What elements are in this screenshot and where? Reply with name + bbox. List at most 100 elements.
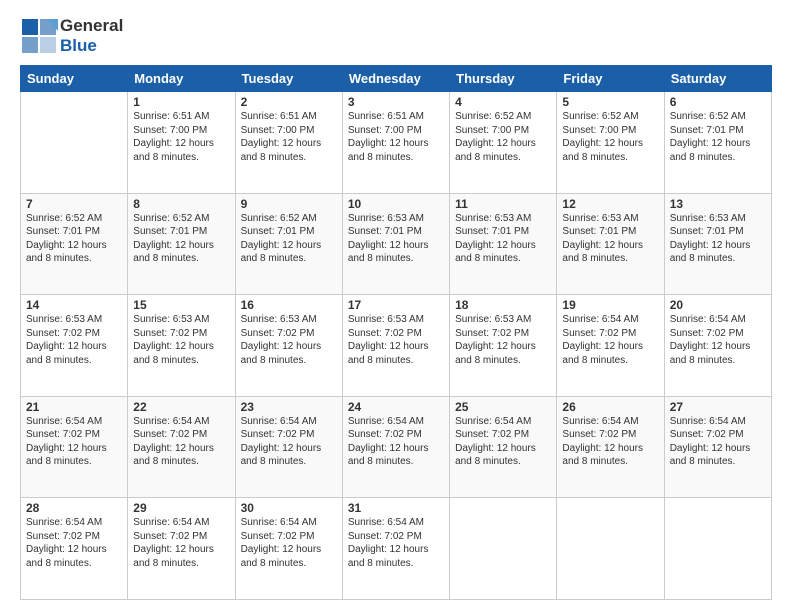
daylight-label: Daylight: 12 hours and 8 minutes. (670, 138, 751, 163)
calendar-day-cell: 21 Sunrise: 6:54 AM Sunset: 7:02 PM Dayl… (21, 396, 128, 498)
calendar-week-row: 14 Sunrise: 6:53 AM Sunset: 7:02 PM Dayl… (21, 295, 772, 397)
day-number: 27 (670, 400, 766, 414)
day-info: Sunrise: 6:52 AM Sunset: 7:00 PM Dayligh… (455, 110, 551, 164)
calendar-day-cell: 19 Sunrise: 6:54 AM Sunset: 7:02 PM Dayl… (557, 295, 664, 397)
daylight-label: Daylight: 12 hours and 8 minutes. (455, 443, 536, 468)
day-info: Sunrise: 6:52 AM Sunset: 7:01 PM Dayligh… (133, 212, 229, 266)
sunrise-label: Sunrise: 6:54 AM (133, 517, 209, 528)
day-info: Sunrise: 6:54 AM Sunset: 7:02 PM Dayligh… (348, 516, 444, 570)
day-number: 7 (26, 197, 122, 211)
daylight-label: Daylight: 12 hours and 8 minutes. (348, 138, 429, 163)
sunset-label: Sunset: 7:02 PM (133, 531, 207, 542)
day-info: Sunrise: 6:54 AM Sunset: 7:02 PM Dayligh… (348, 415, 444, 469)
sunset-label: Sunset: 7:01 PM (348, 226, 422, 237)
sunrise-label: Sunrise: 6:54 AM (562, 314, 638, 325)
daylight-label: Daylight: 12 hours and 8 minutes. (348, 443, 429, 468)
logo-blue-text: Blue (60, 36, 123, 56)
day-info: Sunrise: 6:52 AM Sunset: 7:01 PM Dayligh… (26, 212, 122, 266)
day-info: Sunrise: 6:54 AM Sunset: 7:02 PM Dayligh… (133, 415, 229, 469)
sunset-label: Sunset: 7:02 PM (455, 328, 529, 339)
daylight-label: Daylight: 12 hours and 8 minutes. (241, 138, 322, 163)
calendar-day-cell: 12 Sunrise: 6:53 AM Sunset: 7:01 PM Dayl… (557, 193, 664, 295)
daylight-label: Daylight: 12 hours and 8 minutes. (670, 240, 751, 265)
day-number: 19 (562, 298, 658, 312)
day-info: Sunrise: 6:52 AM Sunset: 7:01 PM Dayligh… (241, 212, 337, 266)
calendar-day-cell: 14 Sunrise: 6:53 AM Sunset: 7:02 PM Dayl… (21, 295, 128, 397)
day-info: Sunrise: 6:53 AM Sunset: 7:02 PM Dayligh… (26, 313, 122, 367)
sunset-label: Sunset: 7:00 PM (133, 125, 207, 136)
sunrise-label: Sunrise: 6:52 AM (670, 111, 746, 122)
calendar-day-cell: 31 Sunrise: 6:54 AM Sunset: 7:02 PM Dayl… (342, 498, 449, 600)
daylight-label: Daylight: 12 hours and 8 minutes. (455, 240, 536, 265)
calendar-day-cell: 25 Sunrise: 6:54 AM Sunset: 7:02 PM Dayl… (450, 396, 557, 498)
day-info: Sunrise: 6:54 AM Sunset: 7:02 PM Dayligh… (26, 516, 122, 570)
day-of-week-header: Wednesday (342, 66, 449, 92)
daylight-label: Daylight: 12 hours and 8 minutes. (26, 544, 107, 569)
sunrise-label: Sunrise: 6:53 AM (241, 314, 317, 325)
sunrise-label: Sunrise: 6:53 AM (562, 213, 638, 224)
sunrise-label: Sunrise: 6:52 AM (241, 213, 317, 224)
day-info: Sunrise: 6:53 AM Sunset: 7:02 PM Dayligh… (348, 313, 444, 367)
sunset-label: Sunset: 7:00 PM (455, 125, 529, 136)
daylight-label: Daylight: 12 hours and 8 minutes. (670, 443, 751, 468)
calendar-day-cell: 2 Sunrise: 6:51 AM Sunset: 7:00 PM Dayli… (235, 92, 342, 194)
day-number: 24 (348, 400, 444, 414)
day-of-week-header: Tuesday (235, 66, 342, 92)
sunset-label: Sunset: 7:01 PM (670, 226, 744, 237)
day-info: Sunrise: 6:51 AM Sunset: 7:00 PM Dayligh… (348, 110, 444, 164)
sunset-label: Sunset: 7:00 PM (562, 125, 636, 136)
sunset-label: Sunset: 7:00 PM (348, 125, 422, 136)
day-number: 3 (348, 95, 444, 109)
calendar-day-cell: 11 Sunrise: 6:53 AM Sunset: 7:01 PM Dayl… (450, 193, 557, 295)
calendar-week-row: 1 Sunrise: 6:51 AM Sunset: 7:00 PM Dayli… (21, 92, 772, 194)
daylight-label: Daylight: 12 hours and 8 minutes. (562, 240, 643, 265)
sunrise-label: Sunrise: 6:52 AM (455, 111, 531, 122)
day-number: 16 (241, 298, 337, 312)
sunrise-label: Sunrise: 6:54 AM (26, 517, 102, 528)
daylight-label: Daylight: 12 hours and 8 minutes. (241, 443, 322, 468)
sunset-label: Sunset: 7:02 PM (348, 328, 422, 339)
sunset-label: Sunset: 7:01 PM (670, 125, 744, 136)
day-number: 2 (241, 95, 337, 109)
calendar-day-cell (450, 498, 557, 600)
day-number: 20 (670, 298, 766, 312)
daylight-label: Daylight: 12 hours and 8 minutes. (241, 240, 322, 265)
sunset-label: Sunset: 7:02 PM (133, 429, 207, 440)
sunrise-label: Sunrise: 6:52 AM (26, 213, 102, 224)
day-number: 30 (241, 501, 337, 515)
calendar-day-cell (21, 92, 128, 194)
daylight-label: Daylight: 12 hours and 8 minutes. (26, 443, 107, 468)
daylight-label: Daylight: 12 hours and 8 minutes. (455, 341, 536, 366)
sunset-label: Sunset: 7:02 PM (241, 328, 315, 339)
calendar-day-cell: 5 Sunrise: 6:52 AM Sunset: 7:00 PM Dayli… (557, 92, 664, 194)
day-of-week-header: Monday (128, 66, 235, 92)
sunrise-label: Sunrise: 6:54 AM (241, 517, 317, 528)
day-info: Sunrise: 6:54 AM Sunset: 7:02 PM Dayligh… (133, 516, 229, 570)
calendar-day-cell: 26 Sunrise: 6:54 AM Sunset: 7:02 PM Dayl… (557, 396, 664, 498)
sunset-label: Sunset: 7:02 PM (26, 531, 100, 542)
day-number: 8 (133, 197, 229, 211)
day-number: 18 (455, 298, 551, 312)
sunrise-label: Sunrise: 6:52 AM (562, 111, 638, 122)
day-number: 15 (133, 298, 229, 312)
day-number: 28 (26, 501, 122, 515)
sunset-label: Sunset: 7:01 PM (562, 226, 636, 237)
calendar-week-row: 7 Sunrise: 6:52 AM Sunset: 7:01 PM Dayli… (21, 193, 772, 295)
day-number: 5 (562, 95, 658, 109)
sunrise-label: Sunrise: 6:53 AM (670, 213, 746, 224)
sunset-label: Sunset: 7:02 PM (670, 429, 744, 440)
calendar-day-cell: 4 Sunrise: 6:52 AM Sunset: 7:00 PM Dayli… (450, 92, 557, 194)
sunrise-label: Sunrise: 6:53 AM (455, 314, 531, 325)
calendar-day-cell: 22 Sunrise: 6:54 AM Sunset: 7:02 PM Dayl… (128, 396, 235, 498)
sunrise-label: Sunrise: 6:54 AM (26, 416, 102, 427)
day-info: Sunrise: 6:53 AM Sunset: 7:01 PM Dayligh… (455, 212, 551, 266)
calendar-day-cell: 1 Sunrise: 6:51 AM Sunset: 7:00 PM Dayli… (128, 92, 235, 194)
calendar-day-cell: 13 Sunrise: 6:53 AM Sunset: 7:01 PM Dayl… (664, 193, 771, 295)
day-info: Sunrise: 6:53 AM Sunset: 7:02 PM Dayligh… (455, 313, 551, 367)
day-of-week-header: Sunday (21, 66, 128, 92)
sunset-label: Sunset: 7:01 PM (455, 226, 529, 237)
daylight-label: Daylight: 12 hours and 8 minutes. (670, 341, 751, 366)
day-info: Sunrise: 6:54 AM Sunset: 7:02 PM Dayligh… (26, 415, 122, 469)
calendar-day-cell (664, 498, 771, 600)
calendar-day-cell: 8 Sunrise: 6:52 AM Sunset: 7:01 PM Dayli… (128, 193, 235, 295)
